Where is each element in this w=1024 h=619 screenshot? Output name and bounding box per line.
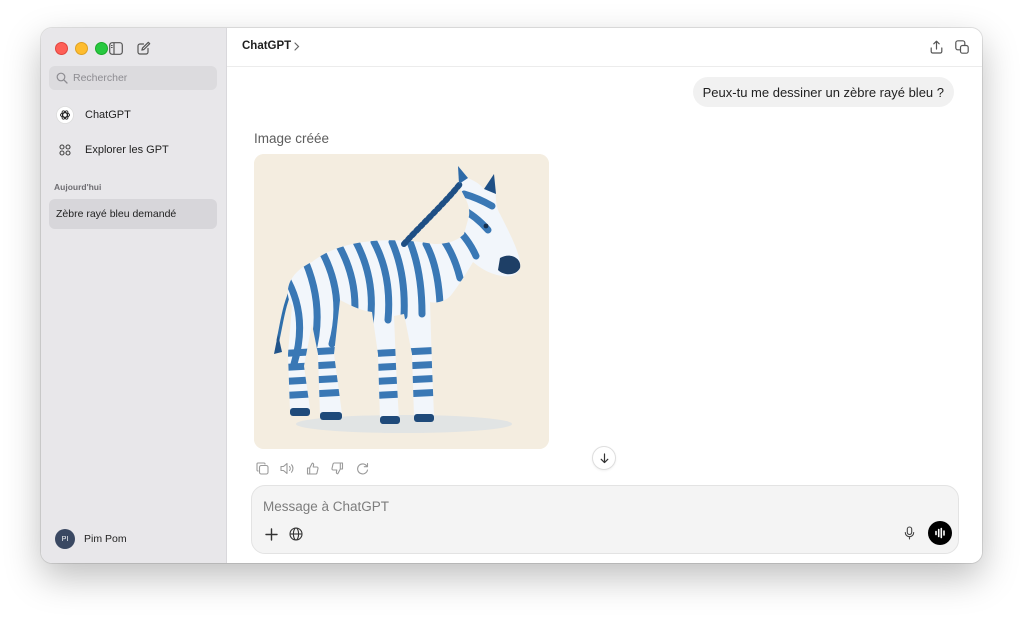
- chatgpt-logo-icon: [56, 106, 74, 124]
- sidebar-toggle-icon[interactable]: [107, 39, 125, 57]
- app-window: ChatGPT Explorer les GPT Aujourd'hui Zèb…: [41, 28, 982, 563]
- image-caption: Image créée: [254, 131, 330, 146]
- search-icon: [56, 72, 68, 84]
- search-input[interactable]: [73, 72, 213, 84]
- generated-image[interactable]: [254, 154, 549, 449]
- model-selector[interactable]: ChatGPT: [242, 40, 300, 52]
- top-bar: ChatGPT: [227, 28, 982, 67]
- chat-history-item[interactable]: Zèbre rayé bleu demandé: [49, 199, 217, 229]
- user-profile[interactable]: PI Pim Pom: [55, 529, 127, 549]
- voice-mode-icon[interactable]: [928, 521, 952, 545]
- user-message: Peux-tu me dessiner un zèbre rayé bleu ?: [692, 77, 954, 107]
- avatar: PI: [55, 529, 75, 549]
- zebra-illustration: [254, 154, 549, 449]
- grid-icon: [56, 141, 74, 159]
- scroll-to-bottom-button[interactable]: [592, 446, 616, 470]
- main-panel: ChatGPT Peux-tu me dessiner un zèbre ray…: [227, 28, 982, 563]
- thumbs-up-icon[interactable]: [304, 460, 320, 476]
- new-window-icon[interactable]: [953, 38, 971, 56]
- message-actions: [254, 460, 370, 476]
- message-composer: [251, 485, 959, 554]
- microphone-icon[interactable]: [900, 524, 918, 542]
- chevron-right-icon: [294, 41, 300, 51]
- close-window-button[interactable]: [55, 42, 68, 55]
- sidebar-item-label: Explorer les GPT: [85, 144, 169, 156]
- sidebar-item-explore-gpts[interactable]: Explorer les GPT: [49, 135, 217, 165]
- thumbs-down-icon[interactable]: [329, 460, 345, 476]
- regenerate-icon[interactable]: [354, 460, 370, 476]
- model-name: ChatGPT: [242, 40, 292, 52]
- copy-icon[interactable]: [254, 460, 270, 476]
- chat-history-item-label: Zèbre rayé bleu demandé: [56, 208, 177, 220]
- plus-icon[interactable]: [262, 525, 280, 543]
- sidebar: ChatGPT Explorer les GPT Aujourd'hui Zèb…: [41, 28, 227, 563]
- compose-icon[interactable]: [135, 39, 153, 57]
- sidebar-item-chatgpt[interactable]: ChatGPT: [49, 100, 217, 130]
- share-icon[interactable]: [927, 38, 945, 56]
- user-name: Pim Pom: [84, 533, 127, 545]
- message-input[interactable]: [263, 496, 863, 516]
- minimize-window-button[interactable]: [75, 42, 88, 55]
- sidebar-item-label: ChatGPT: [85, 109, 131, 121]
- search-box[interactable]: [49, 66, 217, 90]
- arrow-down-icon: [600, 452, 609, 464]
- window-controls: [55, 42, 108, 55]
- section-label-today: Aujourd'hui: [54, 182, 102, 192]
- globe-icon[interactable]: [287, 525, 305, 543]
- read-aloud-icon[interactable]: [279, 460, 295, 476]
